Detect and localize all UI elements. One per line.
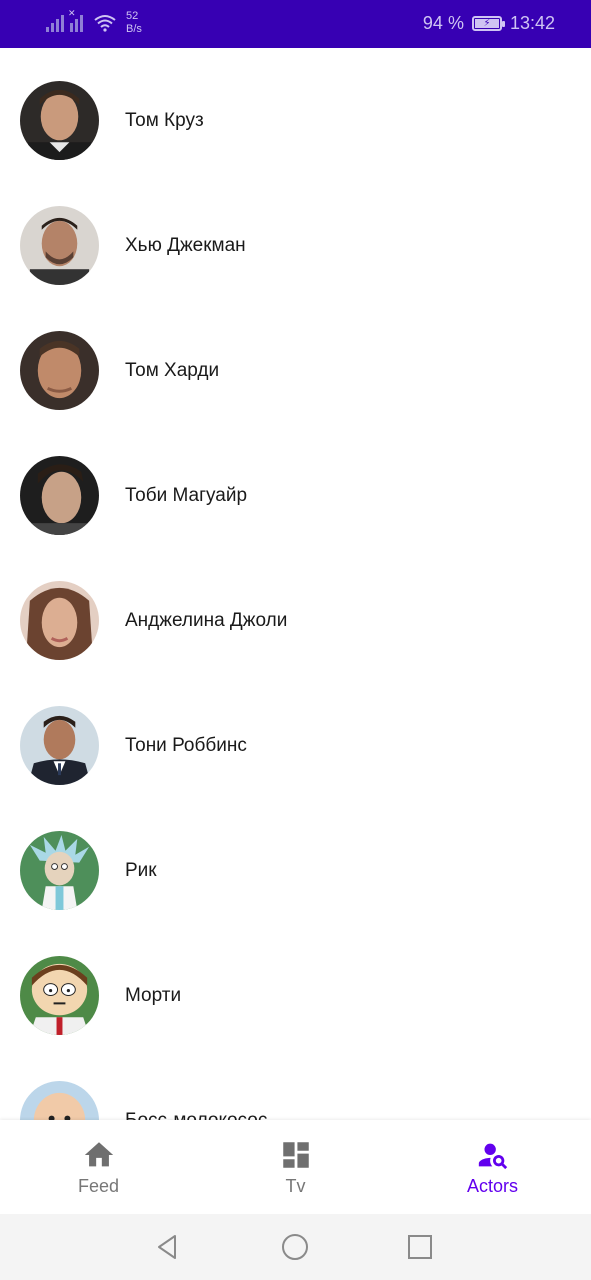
- status-bar-left: ✕ 52 B/s: [46, 8, 142, 36]
- battery-icon: ⚡: [471, 16, 505, 31]
- list-item[interactable]: Босс-молокосос: [0, 1058, 591, 1120]
- nav-feed[interactable]: Feed: [0, 1120, 197, 1214]
- network-speed: 52 B/s: [126, 10, 142, 36]
- list-item[interactable]: Тоби Магуайр: [0, 433, 591, 558]
- battery-percent: 94 %: [422, 13, 464, 33]
- nav-tv[interactable]: Tv: [197, 1120, 394, 1214]
- list-item[interactable]: Том Харди: [0, 308, 591, 433]
- home-circle-icon: [282, 1234, 308, 1260]
- status-bar: ✕ 52 B/s 94 % ⚡ 13:42: [0, 0, 591, 48]
- avatar: [20, 706, 99, 785]
- status-bar-right: 94 % ⚡ 13:42: [423, 13, 555, 34]
- actor-name: Тоби Магуайр: [125, 484, 248, 506]
- actor-name: Босс-молокосос: [125, 1109, 268, 1121]
- actor-name: Том Круз: [125, 109, 204, 131]
- signal-no-sim-icon: ✕: [68, 8, 88, 32]
- list-item[interactable]: Тони Роббинс: [0, 683, 591, 808]
- nav-tv-label: Tv: [285, 1176, 306, 1196]
- avatar: [20, 331, 99, 410]
- avatar: [20, 206, 99, 285]
- recents-icon: [408, 1235, 432, 1259]
- actor-name: Том Харди: [125, 359, 220, 381]
- avatar: [20, 1081, 99, 1120]
- dashboard-icon: [282, 1142, 309, 1168]
- avatar: [20, 456, 99, 535]
- home-icon: [84, 1142, 113, 1167]
- list-item[interactable]: Хью Джекман: [0, 183, 591, 308]
- nav-feed-label: Feed: [77, 1176, 120, 1196]
- actor-name: Анджелина Джоли: [125, 609, 288, 631]
- wifi-icon: [94, 15, 116, 32]
- list-item[interactable]: Том Круз: [0, 58, 591, 183]
- back-icon: [158, 1235, 176, 1259]
- network-speed-value: 52: [126, 10, 139, 22]
- person-search-icon: [478, 1143, 507, 1170]
- actor-name: Тони Роббинс: [125, 734, 247, 756]
- back-button[interactable]: [153, 1232, 183, 1262]
- avatar: [20, 956, 99, 1035]
- system-navigation-bar: [0, 1214, 591, 1280]
- avatar: [20, 831, 99, 910]
- actor-name: Рик: [125, 859, 157, 881]
- actor-name: Морти: [125, 984, 182, 1006]
- avatar: [20, 581, 99, 660]
- nav-actors[interactable]: Actors: [394, 1120, 591, 1214]
- actor-list[interactable]: Том Круз Хью Джекман Том Харди Тоби Магу…: [0, 48, 591, 1120]
- actor-name: Хью Джекман: [125, 234, 246, 256]
- recents-button[interactable]: [405, 1232, 435, 1262]
- list-item[interactable]: Морти: [0, 933, 591, 1058]
- avatar: [20, 81, 99, 160]
- nav-actors-label: Actors: [466, 1176, 518, 1196]
- list-item[interactable]: Анджелина Джоли: [0, 558, 591, 683]
- clock: 13:42: [509, 13, 555, 33]
- list-item[interactable]: Рик: [0, 808, 591, 933]
- home-button[interactable]: [280, 1232, 310, 1262]
- bottom-navigation: Feed Tv Actors: [0, 1120, 591, 1214]
- signal-icon: [46, 14, 64, 32]
- network-speed-unit: B/s: [126, 23, 142, 35]
